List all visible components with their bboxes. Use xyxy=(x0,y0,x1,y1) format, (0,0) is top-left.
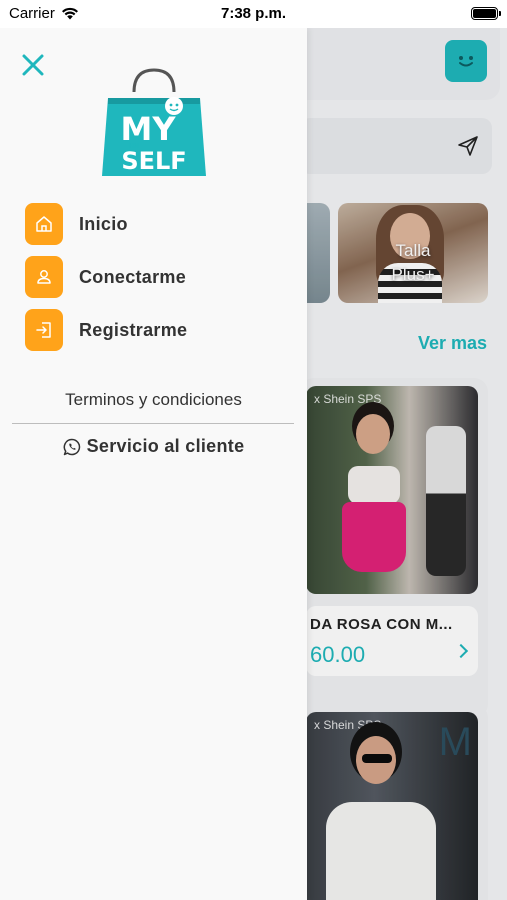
customer-service-label: Servicio al cliente xyxy=(86,436,245,456)
logo-badge: HN xyxy=(129,143,139,150)
menu-item-registrarme[interactable]: Registrarme xyxy=(25,309,285,351)
menu-item-inicio[interactable]: Inicio xyxy=(25,203,285,245)
terms-link[interactable]: Terminos y condiciones xyxy=(0,390,307,410)
clock: 7:38 p.m. xyxy=(220,5,287,22)
menu-item-label: Conectarme xyxy=(79,266,187,287)
user-icon xyxy=(25,256,63,298)
whatsapp-icon xyxy=(63,438,80,455)
menu-item-conectarme[interactable]: Conectarme xyxy=(25,256,285,298)
menu-item-label: Inicio xyxy=(79,213,128,234)
customer-service-link[interactable]: Servicio al cliente xyxy=(0,436,307,457)
side-drawer: MY SELF HN Inicio Conectarme Registrarme… xyxy=(0,28,307,900)
close-icon xyxy=(22,54,44,76)
status-bar: Carrier 7:38 p.m. xyxy=(0,0,507,28)
close-button[interactable] xyxy=(18,50,48,80)
logo-text: SELF xyxy=(121,147,186,175)
sign-in-icon xyxy=(25,309,63,351)
divider xyxy=(12,423,294,424)
menu-item-label: Registrarme xyxy=(79,319,188,340)
home-icon xyxy=(25,203,63,245)
myself-logo: MY SELF HN xyxy=(102,68,206,176)
battery-icon xyxy=(471,7,501,20)
